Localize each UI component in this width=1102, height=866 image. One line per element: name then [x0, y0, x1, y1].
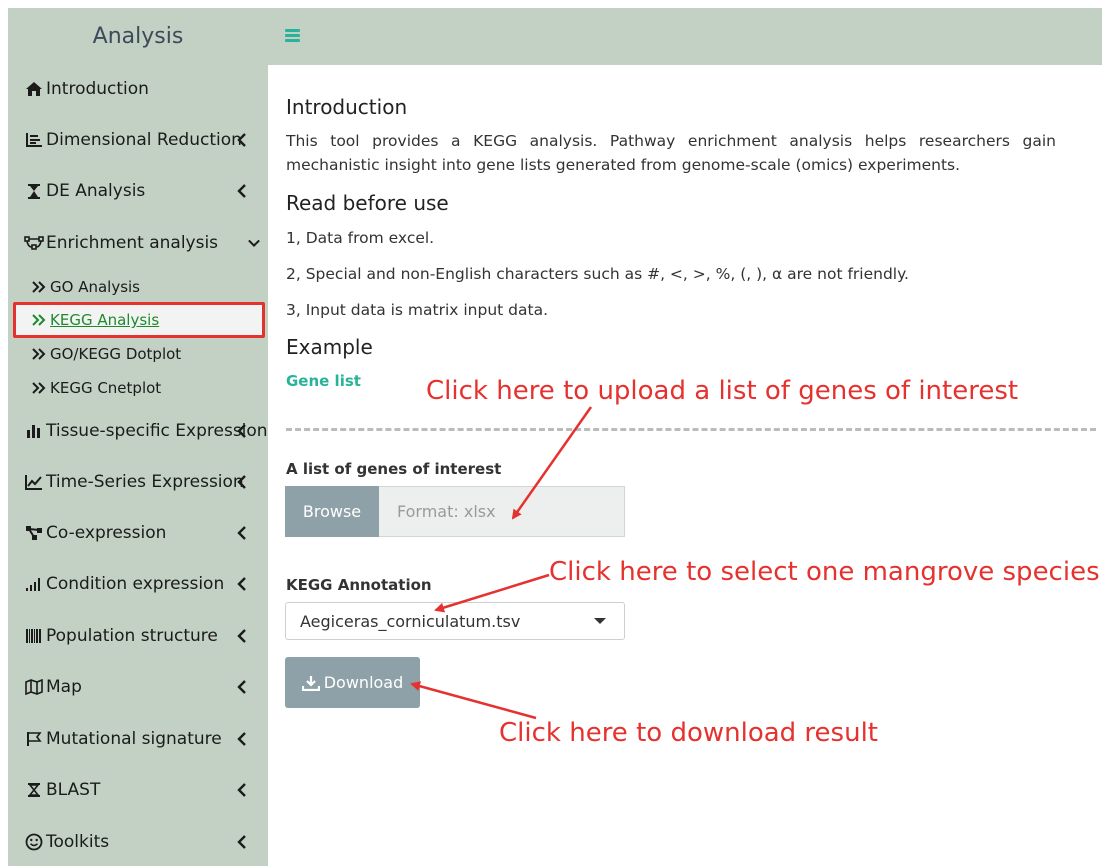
sidebar-item-blast[interactable]: BLAST [8, 770, 268, 810]
sidebar-item-condition-expression[interactable]: Condition expression [8, 564, 268, 604]
intro-heading: Introduction [286, 95, 408, 119]
intro-text: This tool provides a KEGG analysis. Path… [286, 132, 1056, 174]
sidebar-item-co-expression[interactable]: Co-expression [8, 513, 268, 553]
barcode-icon [24, 628, 44, 644]
map-icon [24, 679, 44, 695]
chevron-left-icon [236, 576, 248, 592]
home-icon [24, 81, 44, 97]
sidebar-item-time-series-expression[interactable]: Time-Series Expression [8, 462, 268, 502]
chevron-left-icon [236, 474, 248, 490]
sidebar-item-label: Co-expression [46, 523, 167, 543]
signal-icon [24, 576, 44, 592]
note-item: 1, Data from excel. [286, 229, 435, 247]
chevron-left-icon [236, 782, 248, 798]
chevron-left-icon [236, 834, 248, 850]
line-chart-icon [24, 474, 44, 490]
sidebar-subitem-go-analysis[interactable]: GO Analysis [8, 273, 268, 301]
app-title: Analysis [92, 24, 184, 49]
browse-button[interactable]: Browse [285, 486, 379, 537]
sidebar: Analysis Introduction Dimensional Reduct… [8, 8, 268, 866]
chevron-left-icon [236, 423, 248, 439]
sidebar-item-introduction[interactable]: Introduction [8, 69, 268, 109]
file-name-input[interactable]: Format: xlsx [379, 486, 625, 537]
species-annotation: Click here to select one mangrove specie… [549, 557, 1100, 587]
sidebar-item-label: Tissue-specific Expression [46, 421, 268, 441]
hourglass-icon [24, 782, 44, 798]
sidebar-item-label: Dimensional Reduction [46, 130, 242, 150]
double-chevron-right-icon [32, 348, 50, 360]
double-chevron-right-icon [32, 314, 50, 326]
sidebar-item-label: Toolkits [46, 832, 110, 852]
chevron-left-icon [236, 183, 248, 199]
smile-icon [24, 833, 44, 851]
sidebar-item-map[interactable]: Map [8, 667, 268, 707]
hamburger-menu-icon[interactable] [285, 29, 300, 42]
top-navbar [268, 8, 1102, 65]
sidebar-item-toolkits[interactable]: Toolkits [8, 822, 268, 862]
sidebar-item-label: DE Analysis [46, 181, 146, 201]
chevron-left-icon [236, 679, 248, 695]
bezier-icon [24, 235, 44, 251]
flag-icon [24, 731, 44, 747]
double-chevron-right-icon [32, 281, 50, 293]
caret-down-icon [594, 618, 606, 624]
note-item: 2, Special and non-English characters su… [286, 265, 909, 283]
list-icon [24, 132, 44, 148]
sidebar-item-label: Population structure [46, 626, 218, 646]
upload-label: A list of genes of interest [286, 460, 502, 478]
sidebar-item-label: BLAST [46, 780, 101, 800]
bar-chart-icon [24, 423, 44, 439]
dashed-divider [286, 428, 1096, 431]
sidebar-subitem-kegg-analysis[interactable]: KEGG Analysis [13, 302, 265, 338]
sidebar-subitem-label: GO/KEGG Dotplot [50, 345, 182, 363]
download-label: Download [323, 673, 404, 692]
read-before-use-heading: Read before use [286, 191, 449, 215]
chevron-left-icon [236, 132, 248, 148]
double-chevron-right-icon [32, 382, 50, 394]
sidebar-subitem-kegg-cnetplot[interactable]: KEGG Cnetplot [8, 374, 268, 402]
sidebar-subitem-label: GO Analysis [50, 278, 140, 296]
chevron-left-icon [236, 525, 248, 541]
upload-annotation: Click here to upload a list of genes of … [426, 376, 1019, 406]
sidebar-item-label: Enrichment analysis [46, 233, 219, 253]
file-upload-group: Browse Format: xlsx [285, 486, 625, 537]
sidebar-item-label: Time-Series Expression [46, 472, 244, 492]
network-icon [24, 525, 44, 541]
gene-list-link[interactable]: Gene list [286, 372, 361, 390]
download-annotation: Click here to download result [499, 718, 878, 748]
sidebar-subitem-label: KEGG Analysis [50, 311, 160, 329]
chevron-down-icon [248, 235, 260, 251]
sidebar-item-de-analysis[interactable]: DE Analysis [8, 171, 268, 211]
kegg-annotation-label: KEGG Annotation [286, 576, 432, 594]
sidebar-item-dimensional-reduction[interactable]: Dimensional Reduction [8, 120, 268, 160]
flask-icon [24, 183, 44, 200]
note-item: 3, Input data is matrix input data. [286, 301, 549, 319]
sidebar-item-tissue-specific-expression[interactable]: Tissue-specific Expression [8, 411, 268, 451]
sidebar-item-enrichment-analysis[interactable]: Enrichment analysis [8, 223, 268, 263]
sidebar-subitem-go-kegg-dotplot[interactable]: GO/KEGG Dotplot [8, 340, 268, 368]
chevron-left-icon [236, 628, 248, 644]
download-button[interactable]: Download [285, 657, 420, 708]
sidebar-item-label: Condition expression [46, 574, 225, 594]
sidebar-item-population-structure[interactable]: Population structure [8, 616, 268, 656]
sidebar-item-mutational-signature[interactable]: Mutational signature [8, 719, 268, 759]
example-heading: Example [286, 335, 373, 359]
chevron-left-icon [236, 731, 248, 747]
sidebar-subitem-label: KEGG Cnetplot [50, 379, 162, 397]
download-icon [301, 675, 320, 691]
sidebar-item-label: Map [46, 677, 82, 697]
sidebar-item-label: Introduction [46, 79, 149, 99]
sidebar-item-label: Mutational signature [46, 729, 222, 749]
kegg-annotation-select[interactable]: Aegiceras_corniculatum.tsv [285, 602, 625, 640]
select-value: Aegiceras_corniculatum.tsv [300, 611, 521, 631]
